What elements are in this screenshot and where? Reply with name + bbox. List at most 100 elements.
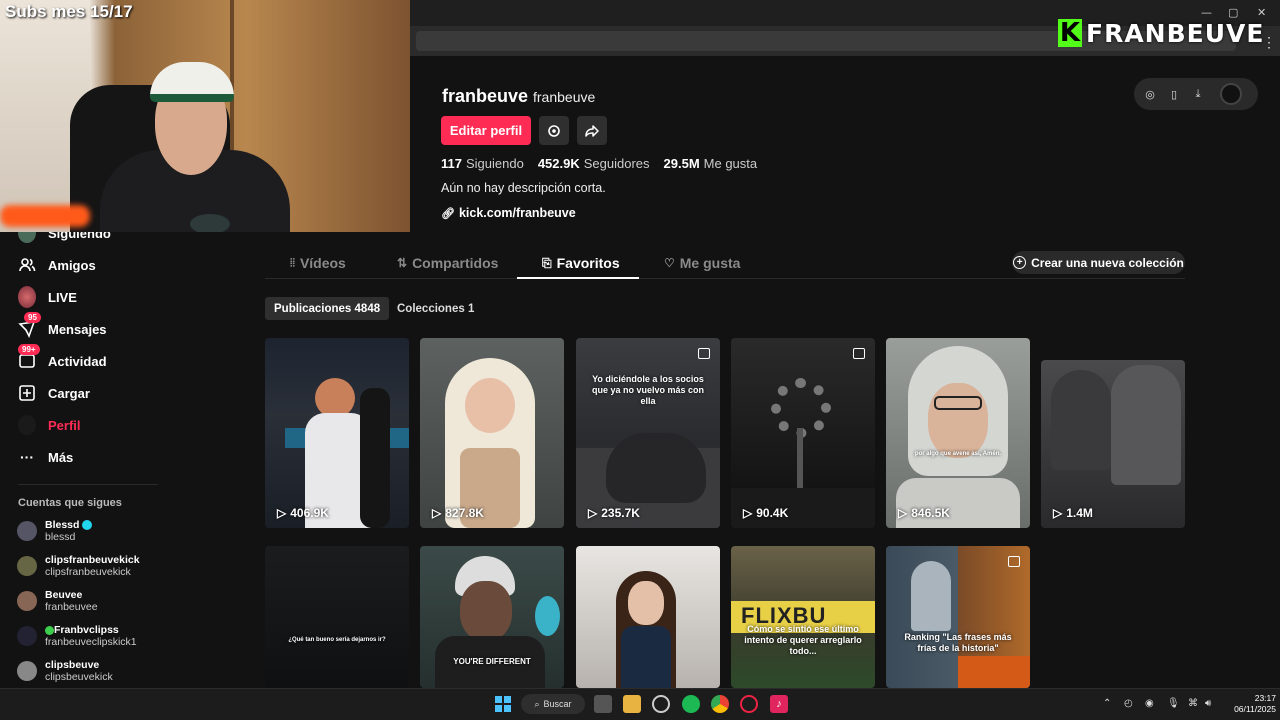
edit-profile-button[interactable]: Editar perfil <box>441 116 531 145</box>
file-explorer-icon[interactable] <box>623 695 641 713</box>
following-label: Siguiendo <box>465 156 524 171</box>
live-icon <box>18 286 36 308</box>
account-name: Blessd <box>45 519 80 531</box>
account-handle: franbeuvee <box>45 601 98 613</box>
profile-stats: 117 Siguiendo 452.9K Seguidores 29.5M Me gu… <box>441 156 757 171</box>
following-count: 117 <box>441 156 462 171</box>
tray-app-icon[interactable]: ◉ <box>1145 698 1154 709</box>
view-count: ▷ 1.4M <box>1053 506 1093 520</box>
view-count: ▷ 406.9K <box>277 506 329 520</box>
messages-icon: 95 <box>18 312 41 338</box>
view-count-text: 1.4M <box>1066 506 1093 520</box>
video-thumbnail[interactable]: Yo diciéndole a los socios que ya no vue… <box>576 338 720 528</box>
video-thumbnail[interactable]: por algo que avene así, Amén. ▷ 846.5K <box>886 338 1030 528</box>
avatar <box>17 591 37 611</box>
subtab-posts[interactable]: Publicaciones 4848 <box>265 297 390 320</box>
view-count-text: 406.9K <box>290 506 329 520</box>
tab-reposts[interactable]: ⇅ Compartidos <box>397 254 498 272</box>
volume-icon[interactable]: 🔊︎ <box>1205 698 1211 709</box>
new-collection-button[interactable]: + Crear una nueva colección <box>1012 251 1185 274</box>
view-count-text: 846.5K <box>911 506 950 520</box>
subtab-collections[interactable]: Colecciones 1 <box>388 297 483 320</box>
microphone-icon[interactable]: 🎙︎ <box>1167 698 1180 709</box>
sidebar-item-upload[interactable]: Cargar <box>18 382 90 404</box>
tab-liked[interactable]: ♡ Me gusta <box>664 254 740 272</box>
tray-app-icon[interactable]: ◴ <box>1124 698 1133 709</box>
app-icon[interactable] <box>740 695 758 713</box>
following-account[interactable]: Beuvee franbeuvee <box>17 589 98 613</box>
video-caption: Yo diciéndole a los socios que ya no vue… <box>591 374 705 406</box>
sidebar-item-label: Mensajes <box>48 321 107 337</box>
video-thumbnail[interactable]: ▷ 827.8K <box>420 338 564 528</box>
spotify-icon[interactable] <box>682 695 700 713</box>
account-name: Franbvclipss <box>54 624 119 636</box>
download-icon[interactable]: ⤓ <box>1190 86 1206 102</box>
clock-date: 06/11/2025 <box>1234 704 1276 714</box>
tray-chevron-icon[interactable]: ⌃ <box>1103 698 1111 709</box>
settings-button[interactable] <box>539 116 569 145</box>
following-account[interactable]: clipsfranbeuvekick clipsfranbeuvekick <box>17 554 140 578</box>
active-tab-indicator <box>517 277 639 279</box>
sidebar-item-messages[interactable]: 95 Mensajes <box>18 312 107 340</box>
chrome-icon[interactable] <box>711 695 729 713</box>
network-icon[interactable]: ⌘ <box>1188 698 1198 709</box>
tab-label: Vídeos <box>299 255 346 271</box>
followers-label: Seguidores <box>583 156 650 171</box>
tab-videos[interactable]: ⦙⦙ Vídeos <box>290 254 346 272</box>
video-thumbnail[interactable]: ¿Qué tan bueno sería dejarnos ir? <box>265 546 409 688</box>
avatar <box>17 661 37 681</box>
account-name: clipsfranbeuvekick <box>45 554 140 566</box>
windows-start-icon[interactable] <box>494 695 512 713</box>
video-thumbnail[interactable]: ▷ 90.4K <box>731 338 875 528</box>
mobile-icon[interactable]: ▯ <box>1166 86 1182 102</box>
following-account[interactable]: Blessd blessd <box>17 519 93 543</box>
account-handle: clipsbeuvekick <box>45 671 113 683</box>
followers-stat[interactable]: 452.9K Seguidores <box>538 156 650 171</box>
webcam-overlay <box>0 0 410 232</box>
following-stat[interactable]: 117 Siguiendo <box>441 156 524 171</box>
video-thumbnail[interactable]: ▷ 406.9K <box>265 338 409 528</box>
video-caption: por algo que avene así, Amén. <box>914 451 1002 457</box>
task-view-icon[interactable] <box>594 695 612 713</box>
video-thumbnail[interactable]: ▷ 1.4M <box>1041 360 1185 528</box>
profile-link[interactable]: 🔗︎ kick.com/franbeuve <box>441 206 576 220</box>
taskbar-search[interactable]: ⌕ Buscar <box>521 694 585 714</box>
more-icon: ··· <box>20 449 34 465</box>
likes-count: 29.5M <box>663 156 700 171</box>
sidebar-item-activity[interactable]: 99+ Actividad <box>18 344 107 372</box>
likes-label: Me gusta <box>703 156 758 171</box>
taskbar-clock[interactable]: 23:17 06/11/2025 <box>1232 693 1276 715</box>
green-dot-icon <box>45 625 54 635</box>
tiktok-icon[interactable]: ♪ <box>770 695 788 713</box>
sidebar-item-profile[interactable]: Perfil <box>18 414 81 436</box>
following-account[interactable]: Franbvclipss franbeuveclipskick1 <box>17 624 137 648</box>
verified-icon <box>82 520 93 531</box>
sidebar-item-live[interactable]: LIVE <box>18 286 77 308</box>
gear-icon <box>548 124 560 137</box>
sidebar-item-more[interactable]: ··· Más <box>18 446 73 468</box>
clock-time: 23:17 <box>1254 693 1276 703</box>
sidebar-item-friends[interactable]: Amigos <box>18 254 96 276</box>
upload-icon <box>18 384 36 402</box>
video-caption: Cómo se sintió ese último intento de que… <box>744 624 862 656</box>
tab-favorites[interactable]: ⎘ Favoritos <box>542 254 620 272</box>
obs-icon[interactable] <box>652 695 670 713</box>
theme-toggle[interactable] <box>1220 83 1242 105</box>
video-thumbnail[interactable]: FLIXBU Cómo se sintió ese último intento… <box>731 546 875 688</box>
video-thumbnail[interactable]: Ranking "Las frases más frías de la hist… <box>886 546 1030 688</box>
following-account[interactable]: clipsbeuve clipsbeuvekick <box>17 659 113 683</box>
messages-badge: 95 <box>24 312 41 323</box>
video-thumbnail[interactable] <box>576 546 720 688</box>
view-count: ▷ 846.5K <box>898 506 950 520</box>
video-thumbnail[interactable]: YOU'RE DIFFERENT <box>420 546 564 688</box>
compass-icon[interactable]: ◎ <box>1142 86 1158 102</box>
brand-name: FRANBEUVE <box>1086 18 1265 48</box>
play-icon: ▷ <box>277 506 287 520</box>
view-count: ▷ 90.4K <box>743 506 788 520</box>
page-tools: ◎ ▯ ⤓ <box>1134 78 1258 110</box>
profile-link-text: kick.com/franbeuve <box>458 206 576 220</box>
share-profile-button[interactable] <box>577 116 607 145</box>
play-icon: ▷ <box>1053 506 1063 520</box>
play-icon: ▷ <box>743 506 753 520</box>
activity-icon: 99+ <box>18 344 40 370</box>
